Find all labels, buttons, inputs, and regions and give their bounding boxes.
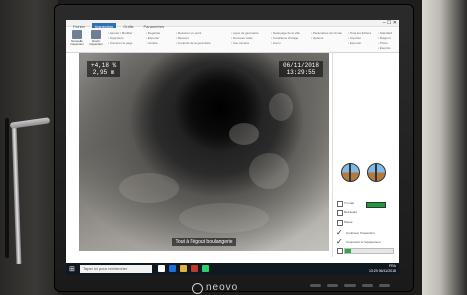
rotation-gauge-icon — [367, 163, 386, 182]
ribbon-group-5: Nettoyage de la ville Conditions d'image… — [271, 31, 300, 46]
browser-icon[interactable] — [169, 265, 176, 272]
option-3-label: Pause — [344, 220, 353, 224]
file-explorer-icon[interactable] — [180, 265, 187, 272]
neovo-logo-icon — [192, 283, 203, 294]
option-1-checkbox[interactable] — [337, 201, 343, 207]
osd-datetime: 06/11/2018 13:29:55 — [278, 61, 323, 77]
camera-feed[interactable]: +4,18 % 2,95 m 06/11/2018 13:29:55 Tout … — [79, 53, 329, 251]
ribbon-group-6: Paramètres de l'écran Options — [311, 31, 342, 41]
option-2-label: Retraçant — [344, 210, 358, 214]
open-inspection-button[interactable]: Ouvrir inspection — [88, 30, 104, 50]
checkmark-icon: ✓ — [336, 237, 343, 246]
camera-cable — [5, 118, 9, 258]
option-5-label: Connexion à l'équipement — [346, 240, 381, 244]
ribbon-group-7: Tous les fichiers Importer Exporter — [348, 31, 371, 46]
option-3-checkbox[interactable] — [337, 220, 343, 226]
new-inspection-button[interactable]: Nouvelle inspection — [69, 30, 85, 50]
option-4-label: Continuer l'inspection — [346, 231, 375, 235]
background-right — [422, 0, 467, 295]
task-view-icon[interactable] — [158, 265, 165, 272]
ribbon: Nouvelle inspection Ouvrir inspection Aj… — [66, 28, 399, 53]
monitor-brand: neovo — [206, 282, 239, 293]
windows-start-icon[interactable]: ⊞ — [69, 266, 75, 273]
monitor-buttons — [310, 284, 391, 290]
checkmark-icon: ✓ — [336, 228, 343, 237]
ribbon-group-8: Standard Rapport Photo Étendre — [378, 31, 392, 51]
osd-distance: +4,18 % 2,95 m — [87, 61, 121, 77]
control-panel: Tri mail Retraçant Pause ✓ Continuer l'i… — [332, 53, 398, 257]
taskbar: ⊞ Taper ici pour rechercher FRA 13:29 06… — [66, 263, 399, 275]
app-icon[interactable] — [191, 265, 198, 272]
window-controls[interactable]: – ☐ ✕ — [383, 20, 397, 26]
inclination-gauge-icon — [341, 163, 360, 182]
progress-checkbox[interactable] — [337, 248, 343, 254]
ribbon-group-1: Ajouter / Modifier Supprimer Imprimer la… — [108, 31, 133, 46]
progress-fill — [345, 249, 351, 253]
option-1-label: Tri mail — [344, 201, 354, 205]
ribbon-group-3: Dessiner un point Mesurer Contrôle de la… — [176, 31, 211, 46]
ribbon-group-4: Ligne de géométrie Données vidéo Vue cam… — [231, 31, 259, 46]
open-inspection-icon — [91, 30, 101, 39]
taskbar-search-input[interactable]: Taper ici pour rechercher — [80, 265, 152, 273]
ribbon-group-2: Regarder Exporter Joindre — [146, 31, 161, 46]
video-caption: Tout à l'égout boulangerie — [79, 238, 329, 246]
system-tray[interactable]: FRA 13:29 06/11/2018 — [369, 264, 396, 273]
progress-bar — [344, 248, 394, 254]
inspection-app-icon[interactable] — [202, 265, 209, 272]
status-green-indicator — [366, 202, 386, 208]
taskbar-apps — [158, 265, 209, 272]
new-inspection-icon — [72, 30, 82, 39]
option-2-checkbox[interactable] — [337, 210, 343, 216]
screen: – ☐ ✕ Fichier Inspection Outils Paramètr… — [66, 20, 399, 275]
